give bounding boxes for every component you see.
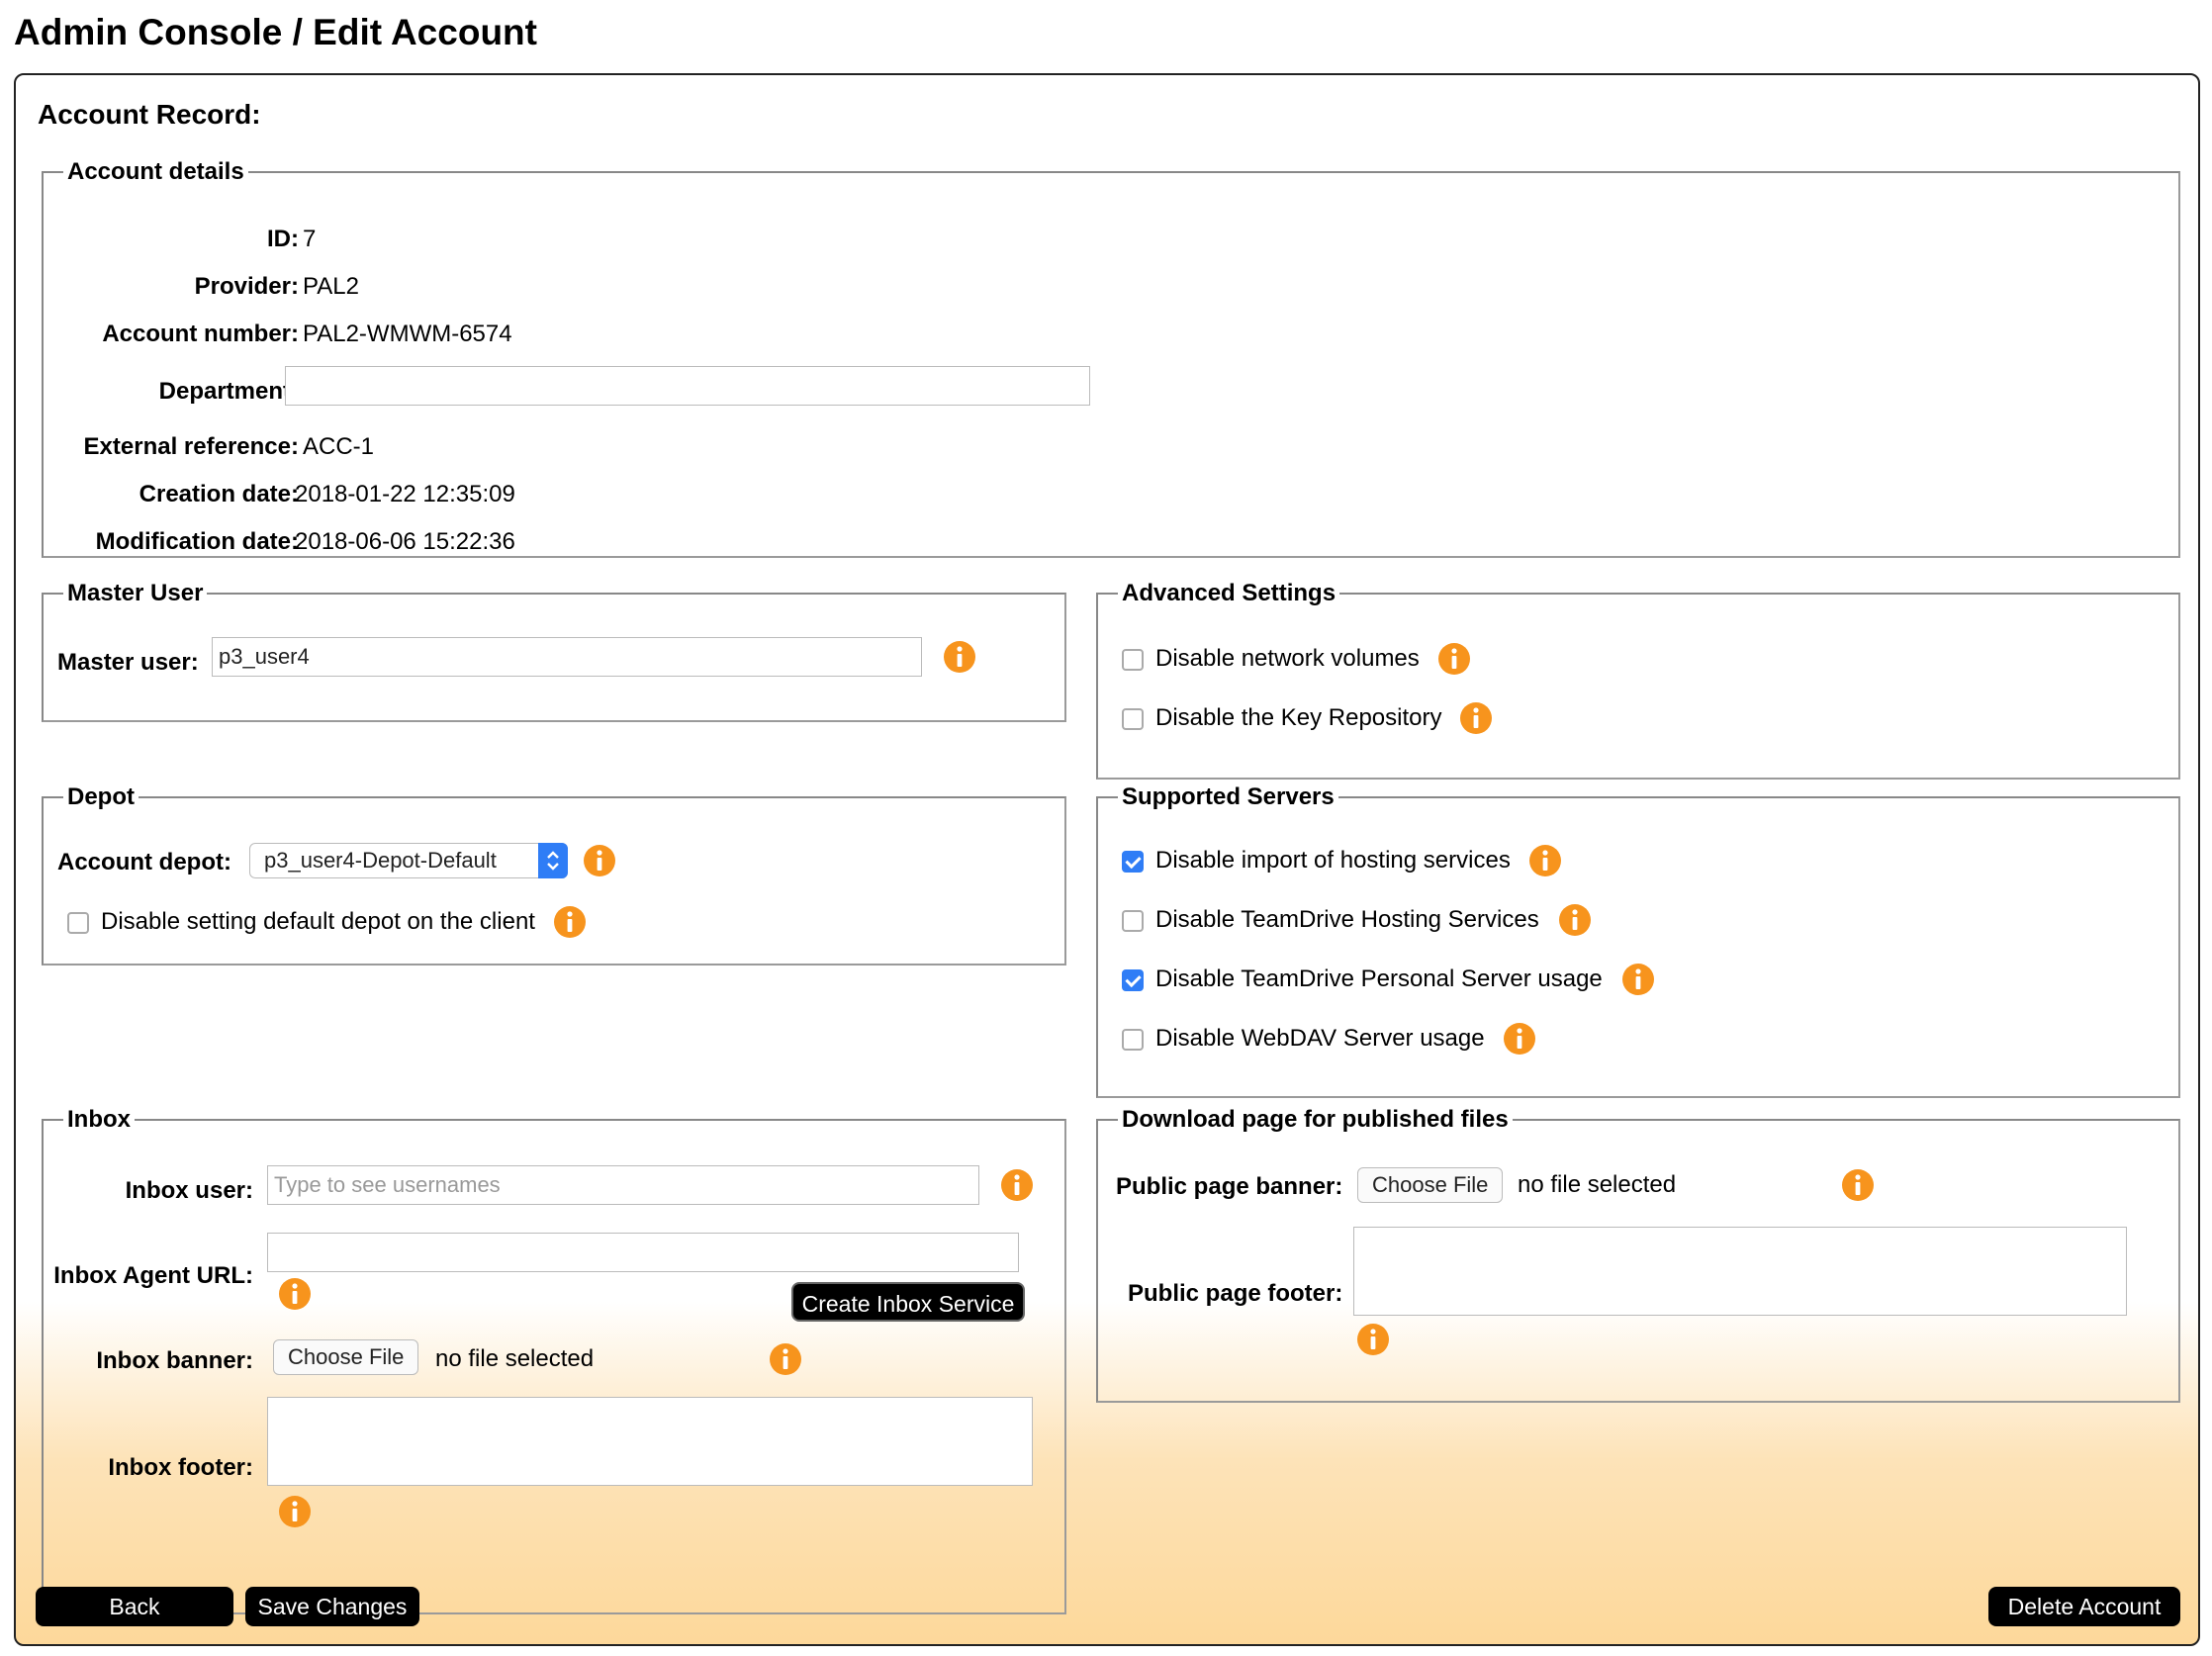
- back-button[interactable]: Back: [36, 1587, 233, 1626]
- info-icon[interactable]: [1622, 964, 1654, 995]
- info-icon[interactable]: [1438, 643, 1470, 675]
- disable-network-volumes-label: Disable network volumes: [1155, 645, 1420, 672]
- select-arrows-icon: [538, 843, 568, 878]
- provider-label: Provider:: [194, 273, 299, 300]
- info-icon[interactable]: [1001, 1169, 1033, 1201]
- department-input[interactable]: [285, 366, 1090, 406]
- inbox-agent-url-input[interactable]: [267, 1233, 1019, 1272]
- disable-import-hosting-checkbox[interactable]: [1122, 851, 1144, 873]
- info-icon[interactable]: [554, 906, 586, 938]
- disable-import-hosting-label: Disable import of hosting services: [1155, 847, 1511, 874]
- external-reference-value: ACC-1: [303, 433, 375, 460]
- public-banner-file-status: no file selected: [1518, 1171, 1677, 1198]
- advanced-settings-legend: Advanced Settings: [1122, 580, 1336, 606]
- external-reference-label: External reference:: [83, 433, 299, 460]
- master-user-input[interactable]: [212, 637, 922, 677]
- create-inbox-service-button[interactable]: Create Inbox Service: [791, 1282, 1025, 1322]
- advanced-settings-fieldset: Advanced Settings Disable network volume…: [1096, 580, 2180, 780]
- public-page-banner-label: Public page banner:: [1116, 1173, 1343, 1200]
- account-details-fieldset: Account details ID: 7 Provider: PAL2 Acc…: [42, 158, 2180, 558]
- info-icon[interactable]: [1460, 702, 1492, 734]
- disable-personal-server-label: Disable TeamDrive Personal Server usage: [1155, 966, 1603, 992]
- account-number-value: PAL2-WMWM-6574: [303, 321, 512, 347]
- save-changes-button[interactable]: Save Changes: [245, 1587, 419, 1626]
- section-title: Account Record:: [38, 99, 261, 130]
- supported-servers-legend: Supported Servers: [1122, 783, 1335, 810]
- account-number-label: Account number:: [102, 321, 299, 347]
- download-page-legend: Download page for published files: [1122, 1106, 1509, 1133]
- info-icon[interactable]: [584, 845, 615, 876]
- inbox-legend: Inbox: [67, 1106, 131, 1133]
- inbox-user-label: Inbox user:: [125, 1177, 253, 1204]
- creation-date-label: Creation date:: [138, 481, 299, 507]
- info-icon[interactable]: [1357, 1324, 1389, 1355]
- info-icon[interactable]: [944, 641, 975, 673]
- public-page-footer-label: Public page footer:: [1128, 1280, 1343, 1307]
- disable-webdav-label: Disable WebDAV Server usage: [1155, 1025, 1485, 1052]
- id-value: 7: [303, 226, 317, 252]
- inbox-fieldset: Inbox Inbox user: Inbox Agent URL: Creat…: [42, 1106, 1066, 1614]
- public-page-footer-textarea[interactable]: [1353, 1227, 2127, 1316]
- inbox-banner-file-status: no file selected: [435, 1345, 595, 1372]
- disable-key-repository-checkbox[interactable]: [1122, 708, 1144, 730]
- depot-legend: Depot: [67, 783, 135, 810]
- account-depot-label: Account depot:: [57, 849, 231, 875]
- account-depot-select[interactable]: p3_user4-Depot-Default: [249, 843, 568, 878]
- disable-default-depot-checkbox[interactable]: [67, 912, 89, 934]
- id-label: ID:: [267, 226, 299, 252]
- supported-servers-fieldset: Supported Servers Disable import of host…: [1096, 783, 2180, 1098]
- department-label: Department:: [158, 378, 299, 405]
- inbox-banner-choose-file-button[interactable]: Choose File: [273, 1339, 419, 1375]
- account-record-panel: Account Record: Account details ID: 7 Pr…: [14, 73, 2200, 1646]
- disable-webdav-checkbox[interactable]: [1122, 1029, 1144, 1051]
- master-user-label: Master user:: [57, 649, 199, 676]
- info-icon[interactable]: [1529, 845, 1561, 876]
- info-icon[interactable]: [1504, 1023, 1535, 1055]
- disable-personal-server-checkbox[interactable]: [1122, 969, 1144, 991]
- info-icon[interactable]: [1559, 904, 1591, 936]
- disable-teamdrive-hosting-label: Disable TeamDrive Hosting Services: [1155, 906, 1539, 933]
- download-page-fieldset: Download page for published files Public…: [1096, 1106, 2180, 1403]
- info-icon[interactable]: [279, 1496, 311, 1527]
- modification-date-value: 2018-06-06 15:22:36: [295, 528, 515, 555]
- disable-key-repository-label: Disable the Key Repository: [1155, 704, 1442, 731]
- depot-fieldset: Depot Account depot: p3_user4-Depot-Defa…: [42, 783, 1066, 966]
- provider-value: PAL2: [303, 273, 359, 300]
- inbox-banner-label: Inbox banner:: [96, 1347, 253, 1374]
- info-icon[interactable]: [279, 1278, 311, 1310]
- delete-account-button[interactable]: Delete Account: [1988, 1587, 2180, 1626]
- page-title: Admin Console / Edit Account: [14, 12, 537, 52]
- info-icon[interactable]: [1842, 1169, 1874, 1201]
- modification-date-label: Modification date:: [95, 528, 299, 555]
- inbox-footer-label: Inbox footer:: [108, 1454, 253, 1481]
- account-depot-selected: p3_user4-Depot-Default: [264, 848, 497, 873]
- info-icon[interactable]: [770, 1343, 801, 1375]
- inbox-footer-textarea[interactable]: [267, 1397, 1033, 1486]
- account-details-legend: Account details: [67, 158, 244, 185]
- inbox-user-input[interactable]: [267, 1165, 979, 1205]
- inbox-agent-url-label: Inbox Agent URL:: [53, 1262, 253, 1289]
- master-user-legend: Master User: [67, 580, 204, 606]
- public-banner-choose-file-button[interactable]: Choose File: [1357, 1167, 1504, 1203]
- disable-default-depot-label: Disable setting default depot on the cli…: [101, 908, 535, 935]
- creation-date-value: 2018-01-22 12:35:09: [295, 481, 515, 507]
- disable-network-volumes-checkbox[interactable]: [1122, 649, 1144, 671]
- disable-teamdrive-hosting-checkbox[interactable]: [1122, 910, 1144, 932]
- master-user-fieldset: Master User Master user:: [42, 580, 1066, 722]
